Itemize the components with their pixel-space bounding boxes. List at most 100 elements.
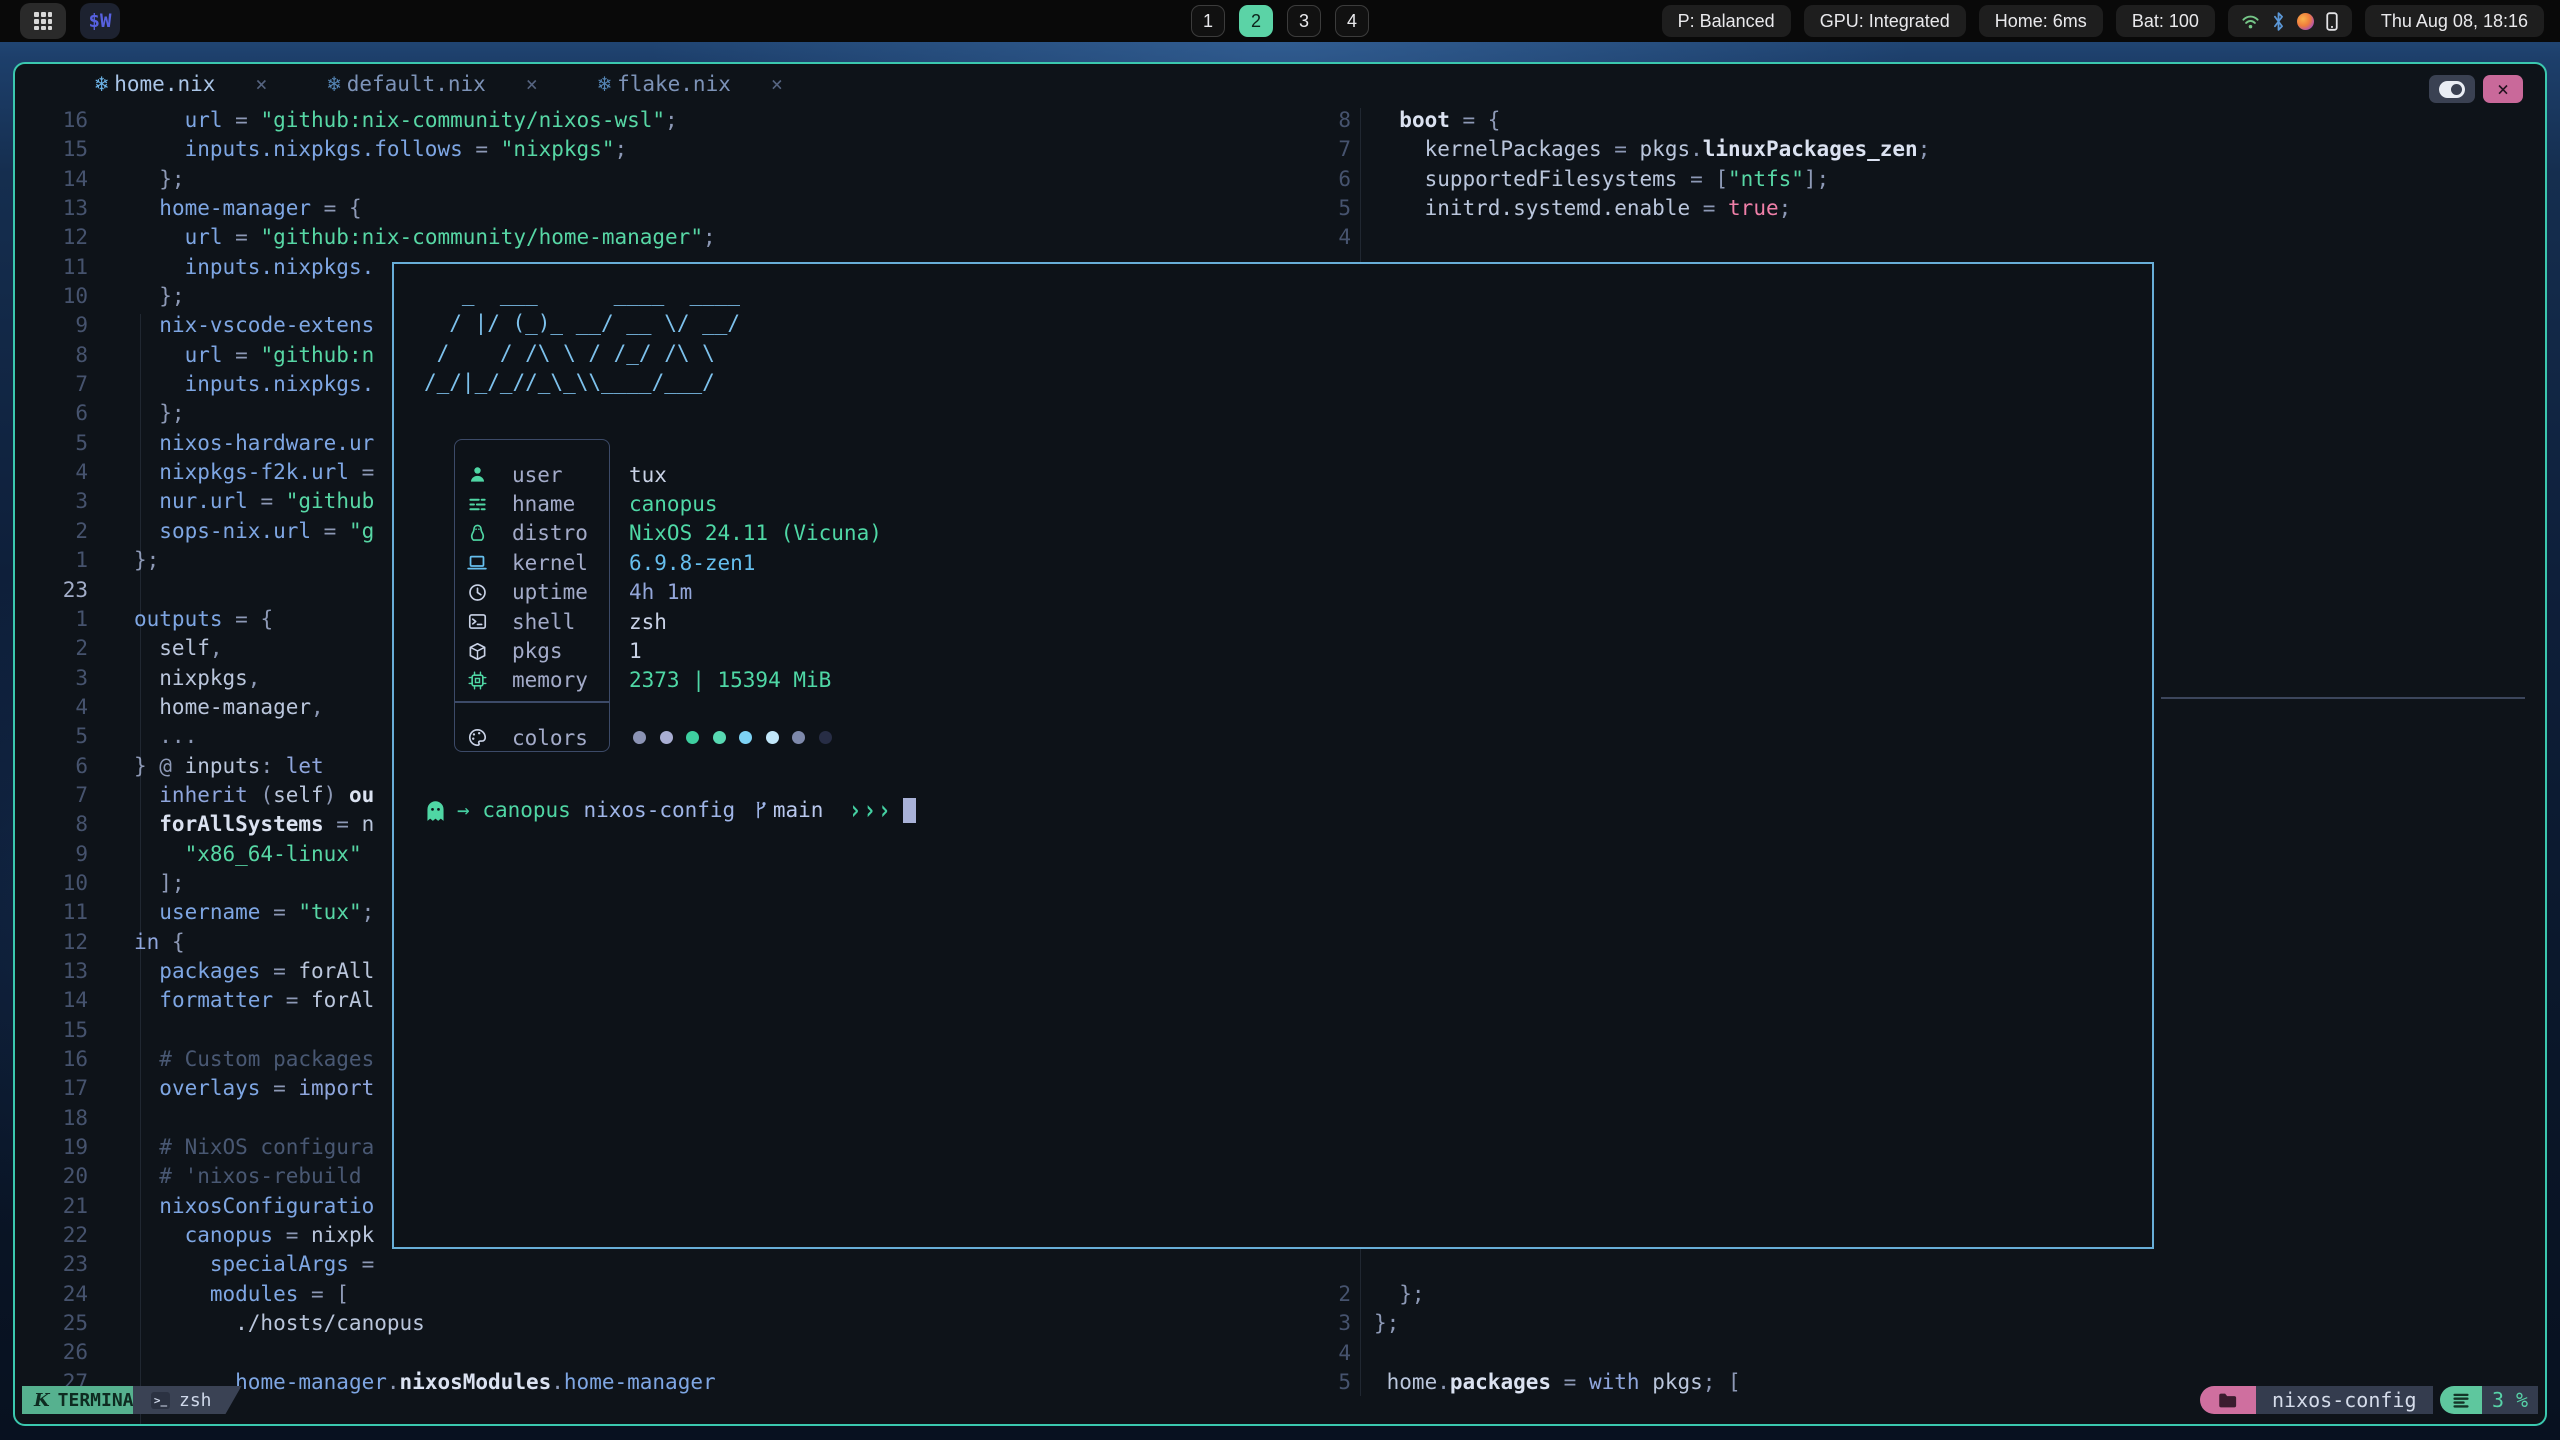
line-number: 2 <box>15 517 88 546</box>
code-text: supportedFilesystems = ["ntfs"]; <box>1374 165 1829 194</box>
floating-terminal-pane[interactable]: _ ___ ____ ____ / |/ (_)_ __/ __ \/ __/ … <box>392 262 2154 1249</box>
prompt-chevrons: ››› <box>849 795 893 825</box>
gpu-pill[interactable]: GPU: Integrated <box>1804 5 1966 37</box>
phone-icon <box>2325 12 2339 31</box>
line-number: 4 <box>15 458 88 487</box>
line-number: 14 <box>15 986 88 1015</box>
tab-label: home.nix <box>114 72 215 96</box>
line-number: 19 <box>15 1133 88 1162</box>
fastfetch-label: distro <box>512 521 588 545</box>
code-line: 7 kernelPackages = pkgs.linuxPackages_ze… <box>1291 135 1930 164</box>
apps-grid-icon <box>32 10 54 32</box>
line-number: 5 <box>15 722 88 751</box>
line-number: 8 <box>15 810 88 839</box>
tab-close-icon[interactable]: × <box>526 72 538 96</box>
workspace-3[interactable]: 3 <box>1287 5 1321 37</box>
workspace-1[interactable]: 1 <box>1191 5 1225 37</box>
terminal-tab-label: TERMINAL <box>58 1390 145 1411</box>
shell-prompt[interactable]: → canopus nixos-config main ››› <box>424 795 916 825</box>
battery-pill[interactable]: Bat: 100 <box>2116 5 2215 37</box>
code-line: 4 <box>1291 1339 1741 1368</box>
code-text: nur.url = "github <box>134 487 374 516</box>
fastfetch-label: shell <box>512 610 575 634</box>
workspace-4[interactable]: 4 <box>1335 5 1369 37</box>
terminal-window: ❄home.nix×❄default.nix×❄flake.nix× × 16 … <box>13 62 2547 1426</box>
code-text: }; <box>1374 1309 1399 1338</box>
fastfetch-value: NixOS 24.11 (Vicuna) <box>629 521 882 545</box>
code-text: ]; <box>134 869 185 898</box>
code-text: # NixOS configura <box>134 1133 374 1162</box>
line-number: 6 <box>1291 165 1351 194</box>
line-number: 4 <box>15 693 88 722</box>
code-text: nixpkgs-f2k.url = <box>134 458 374 487</box>
code-text: }; <box>134 399 185 428</box>
code-line: 16 url = "github:nix-community/nixos-wsl… <box>15 106 716 135</box>
fastfetch-row: hnamecanopus <box>394 489 2152 518</box>
hostname-icon <box>466 495 488 514</box>
code-text: nixosConfiguratio <box>134 1192 374 1221</box>
ascii-logo-line: / |/ (_)_ __/ __ \/ __/ <box>424 309 740 338</box>
line-number: 9 <box>15 840 88 869</box>
code-line: 24 modules = [ <box>15 1280 716 1309</box>
fastfetch-label: uptime <box>512 580 588 604</box>
window-close-button[interactable]: × <box>2483 75 2523 103</box>
window-toggle-button[interactable] <box>2429 75 2475 103</box>
shell-tab[interactable]: >_ zsh <box>133 1386 242 1414</box>
git-branch-icon <box>752 800 769 821</box>
color-swatch <box>739 731 752 744</box>
prompt-branch: main <box>773 798 824 822</box>
line-number: 14 <box>15 165 88 194</box>
workspace-2[interactable]: 2 <box>1239 5 1273 37</box>
code-line: 14 }; <box>15 165 716 194</box>
code-line: 4 <box>1291 223 1930 252</box>
line-number: 13 <box>15 957 88 986</box>
code-text: nix-vscode-extens <box>134 311 374 340</box>
color-swatch <box>766 731 779 744</box>
prompt-directory: nixos-config <box>583 798 735 822</box>
line-number: 24 <box>15 1280 88 1309</box>
code-text: specialArgs = <box>134 1250 374 1279</box>
scroll-percent-segment: 3 % <box>2482 1386 2538 1414</box>
line-number: 6 <box>15 399 88 428</box>
ping-pill[interactable]: Home: 6ms <box>1979 5 2103 37</box>
line-number: 23 <box>15 1250 88 1279</box>
wallpaper-tool-button[interactable]: $W <box>80 3 120 39</box>
tab-default.nix[interactable]: ❄default.nix× <box>327 72 537 97</box>
fastfetch-row: uptime4h 1m <box>394 578 2152 607</box>
fastfetch-label: memory <box>512 668 588 692</box>
line-number: 7 <box>15 781 88 810</box>
tab-close-icon[interactable]: × <box>255 72 267 96</box>
code-text: inherit (self) ou <box>134 781 374 810</box>
terminal-icon <box>466 612 488 631</box>
clock-pill[interactable]: Thu Aug 08, 18:16 <box>2365 5 2544 37</box>
code-text: home-manager = { <box>134 194 362 223</box>
code-text: formatter = forAl <box>134 986 374 1015</box>
editor-pane-home[interactable]: 2 };3};45 home.packages = with pkgs; [ <box>1291 1280 1741 1397</box>
tab-home.nix[interactable]: ❄home.nix × <box>95 72 267 97</box>
code-line: 5 initrd.systemd.enable = true; <box>1291 194 1930 223</box>
tray-pill[interactable] <box>2228 5 2352 37</box>
shell-terminal-icon: >_ <box>151 1392 170 1409</box>
fastfetch-row: usertux <box>394 460 2152 489</box>
line-number: 7 <box>1291 135 1351 164</box>
app-launcher-button[interactable] <box>20 3 66 39</box>
code-line: 23 specialArgs = <box>15 1250 716 1279</box>
top-status-bar: $W 1234 P: Balanced GPU: Integrated Home… <box>0 0 2560 42</box>
line-number: 9 <box>15 311 88 340</box>
editor-pane-default[interactable]: 8 boot = {7 kernelPackages = pkgs.linuxP… <box>1291 106 1930 253</box>
code-text: in { <box>134 928 185 957</box>
color-swatch <box>686 731 699 744</box>
ascii-logo-line: /_/|_/_//_\_\\____/___/ <box>424 368 740 397</box>
tab-close-icon[interactable]: × <box>771 72 783 96</box>
line-number: 16 <box>15 106 88 135</box>
power-profile-pill[interactable]: P: Balanced <box>1662 5 1791 37</box>
code-line: 15 inputs.nixpkgs.follows = "nixpkgs"; <box>15 135 716 164</box>
tab-flake.nix[interactable]: ❄flake.nix× <box>598 72 783 97</box>
cwd-segment: nixos-config <box>2256 1386 2433 1414</box>
code-text: } @ inputs: let <box>134 752 324 781</box>
cwd-folder-segment <box>2200 1386 2256 1414</box>
fastfetch-value: canopus <box>629 492 718 516</box>
nix-snowflake-icon: ❄ <box>95 72 108 97</box>
fastfetch-row: kernel6.9.8-zen1 <box>394 548 2152 577</box>
code-text: url = "github:nix-community/nixos-wsl"; <box>134 106 678 135</box>
